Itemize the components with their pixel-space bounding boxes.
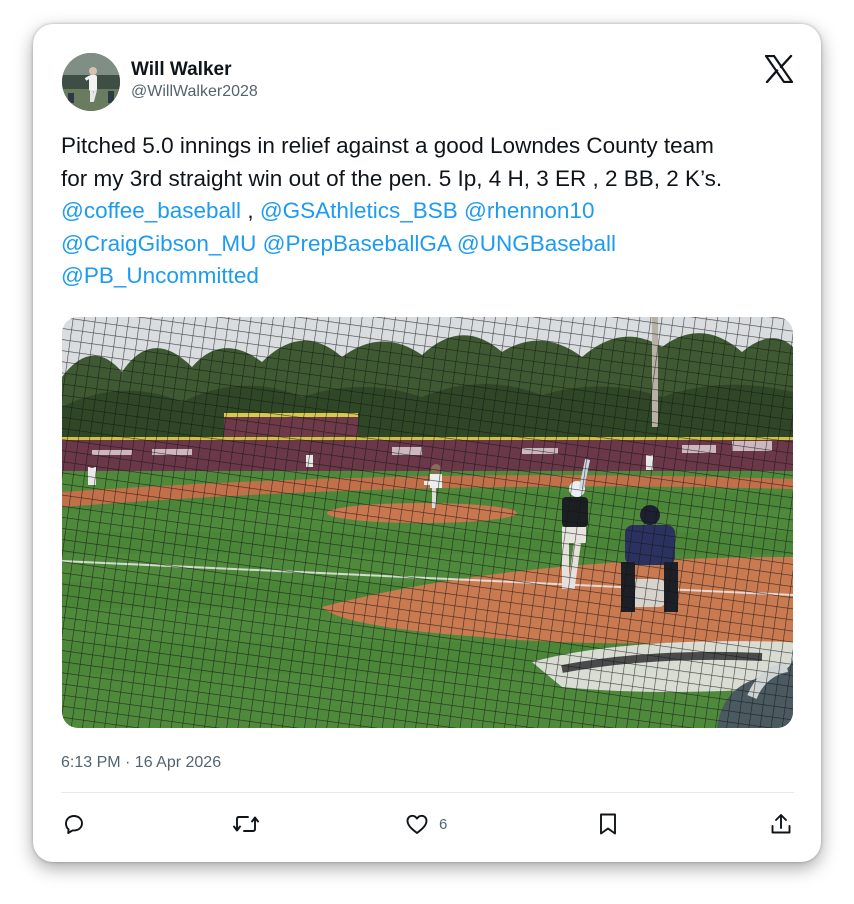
mention-link[interactable]: @PB_Uncommitted	[61, 263, 259, 288]
mention-link[interactable]: @CraigGibson_MU	[61, 231, 256, 256]
author-name[interactable]: Will Walker	[131, 59, 231, 81]
like-count: 6	[439, 815, 448, 833]
retweet-button[interactable]	[233, 810, 259, 838]
author-handle[interactable]: @WillWalker2028	[131, 83, 258, 101]
like-button[interactable]: 6	[405, 810, 447, 838]
mention-link[interactable]: @UNGBaseball	[457, 231, 616, 256]
tweet-card: Will Walker @WillWalker2028 Pitched 5.0 …	[33, 24, 821, 862]
reply-button[interactable]	[62, 810, 86, 838]
avatar[interactable]	[62, 53, 120, 111]
tweet-text: Pitched 5.0 innings in relief against a …	[61, 130, 796, 293]
heart-icon	[405, 813, 429, 835]
tweet-timestamp[interactable]: 6:13 PM · 16 Apr 2026	[61, 754, 221, 772]
mention-link[interactable]: @GSAthletics_BSB	[260, 198, 458, 223]
tweet-text-line: Pitched 5.0 innings in relief against a …	[61, 133, 714, 158]
divider	[61, 792, 794, 793]
mention-separator: ,	[241, 198, 260, 223]
share-button[interactable]	[769, 810, 793, 838]
tweet-media-photo[interactable]	[62, 317, 793, 728]
bookmark-icon	[597, 812, 619, 836]
bookmark-button[interactable]	[597, 810, 619, 838]
x-logo-icon[interactable]	[764, 54, 794, 84]
share-icon	[769, 812, 793, 836]
mention-link[interactable]: @PrepBaseballGA	[263, 231, 451, 256]
retweet-icon	[233, 812, 259, 836]
tweet-text-line: for my 3rd straight win out of the pen. …	[61, 165, 723, 191]
reply-icon	[62, 812, 86, 836]
mention-link[interactable]: @rhennon10	[464, 198, 594, 223]
mention-link[interactable]: @coffee_baseball	[61, 198, 241, 223]
